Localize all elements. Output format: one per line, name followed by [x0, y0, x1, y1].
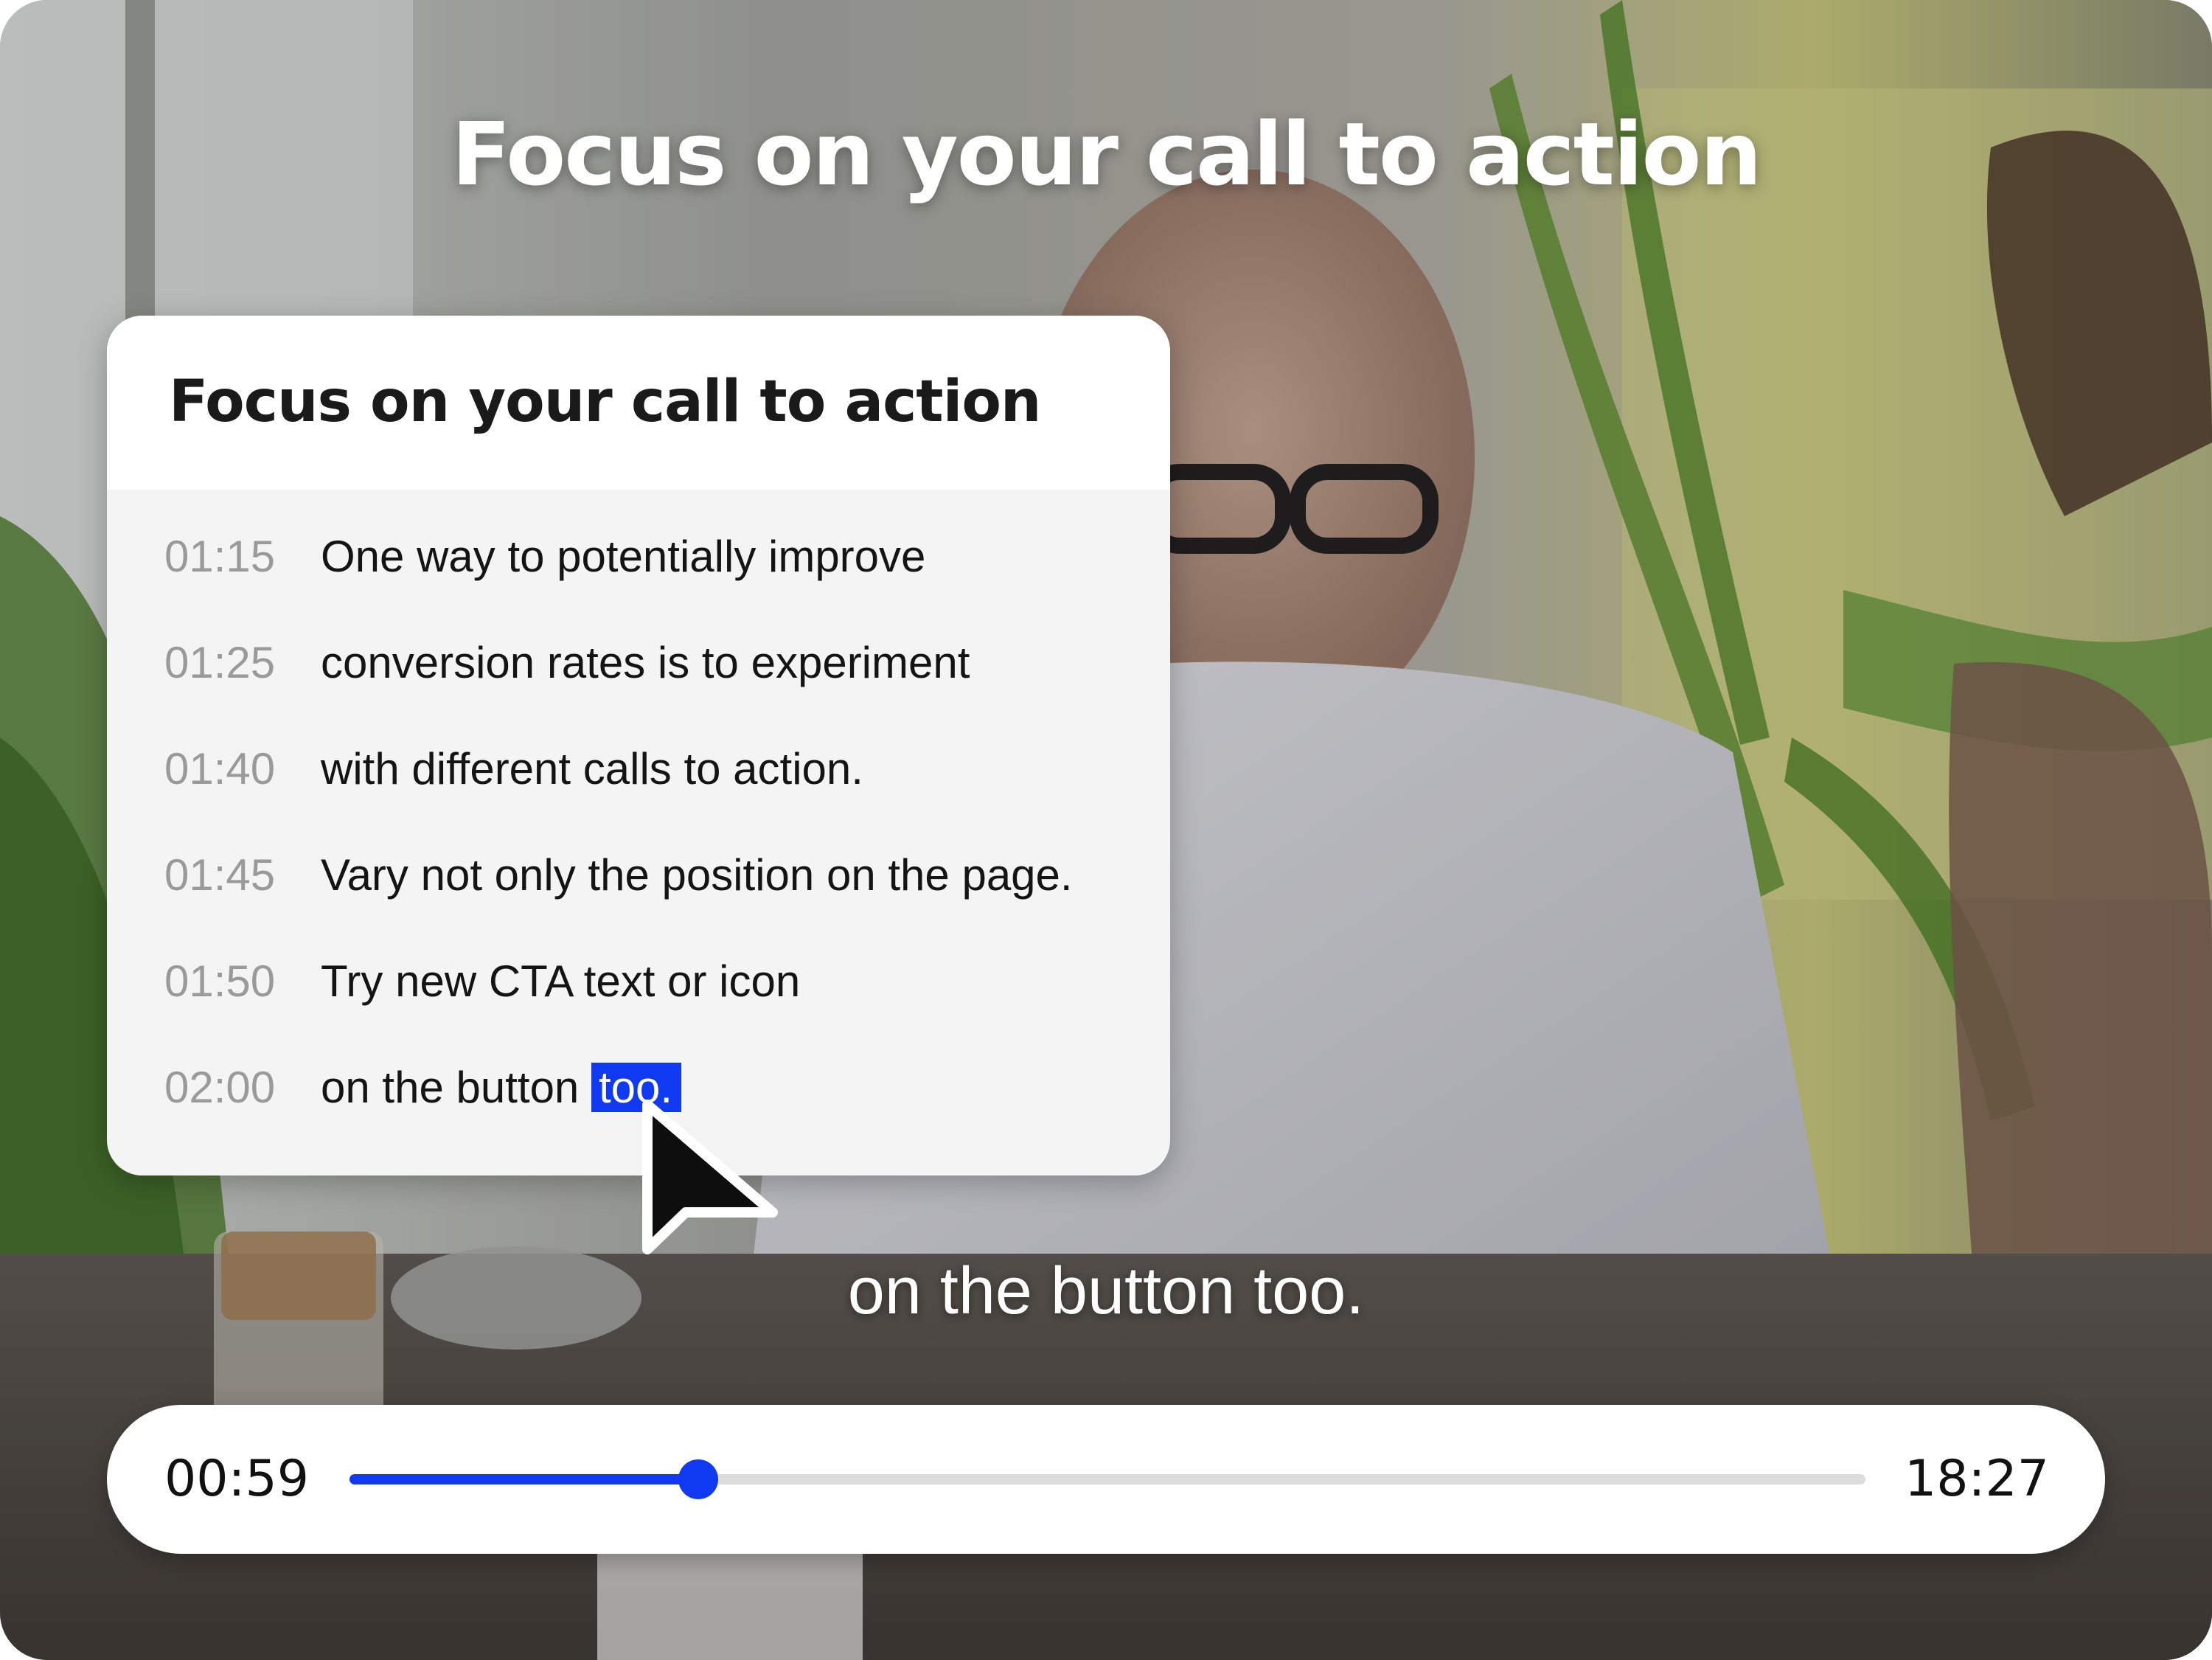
video-title: Focus on your call to action — [451, 103, 1761, 205]
transcript-header: Focus on your call to action — [107, 316, 1170, 490]
transcript-text[interactable]: Try new CTA text or icon — [321, 941, 800, 1022]
video-frame: Focus on your call to action Focus on yo… — [0, 0, 2212, 1660]
current-time: 00:59 — [164, 1450, 309, 1508]
transcript-line[interactable]: 01:15 One way to potentially improve — [107, 516, 1170, 597]
transcript-timestamp[interactable]: 01:15 — [164, 516, 275, 597]
transcript-line[interactable]: 01:25 conversion rates is to experiment — [107, 622, 1170, 704]
video-caption: on the button too. — [847, 1254, 1365, 1328]
transcript-text[interactable]: on the button too. — [321, 1047, 682, 1128]
transcript-text[interactable]: Vary not only the position on the page. — [321, 835, 1073, 916]
transcript-timestamp[interactable]: 02:00 — [164, 1047, 275, 1128]
progress-handle[interactable] — [678, 1459, 718, 1499]
arrow-cursor-icon — [642, 1100, 778, 1254]
transcript-line[interactable]: 01:40 with different calls to action. — [107, 729, 1170, 810]
progress-track[interactable] — [349, 1459, 1865, 1499]
transcript-timestamp[interactable]: 01:45 — [164, 835, 275, 916]
transcript-line[interactable]: 01:45 Vary not only the position on the … — [107, 835, 1170, 916]
transcript-timestamp[interactable]: 01:40 — [164, 729, 275, 810]
transcript-title: Focus on your call to action — [169, 369, 1041, 435]
player-controls: 00:59 18:27 — [107, 1405, 2105, 1554]
progress-fill — [349, 1474, 698, 1484]
transcript-text[interactable]: One way to potentially improve — [321, 516, 925, 597]
transcript-line[interactable]: 01:50 Try new CTA text or icon — [107, 941, 1170, 1022]
transcript-panel: Focus on your call to action 01:15 One w… — [107, 316, 1170, 1175]
transcript-text[interactable]: conversion rates is to experiment — [321, 622, 970, 704]
total-time: 18:27 — [1905, 1450, 2049, 1508]
transcript-timestamp[interactable]: 01:25 — [164, 622, 275, 704]
transcript-text[interactable]: with different calls to action. — [321, 729, 863, 810]
transcript-text-plain: on the button — [321, 1063, 580, 1112]
transcript-timestamp[interactable]: 01:50 — [164, 941, 275, 1022]
